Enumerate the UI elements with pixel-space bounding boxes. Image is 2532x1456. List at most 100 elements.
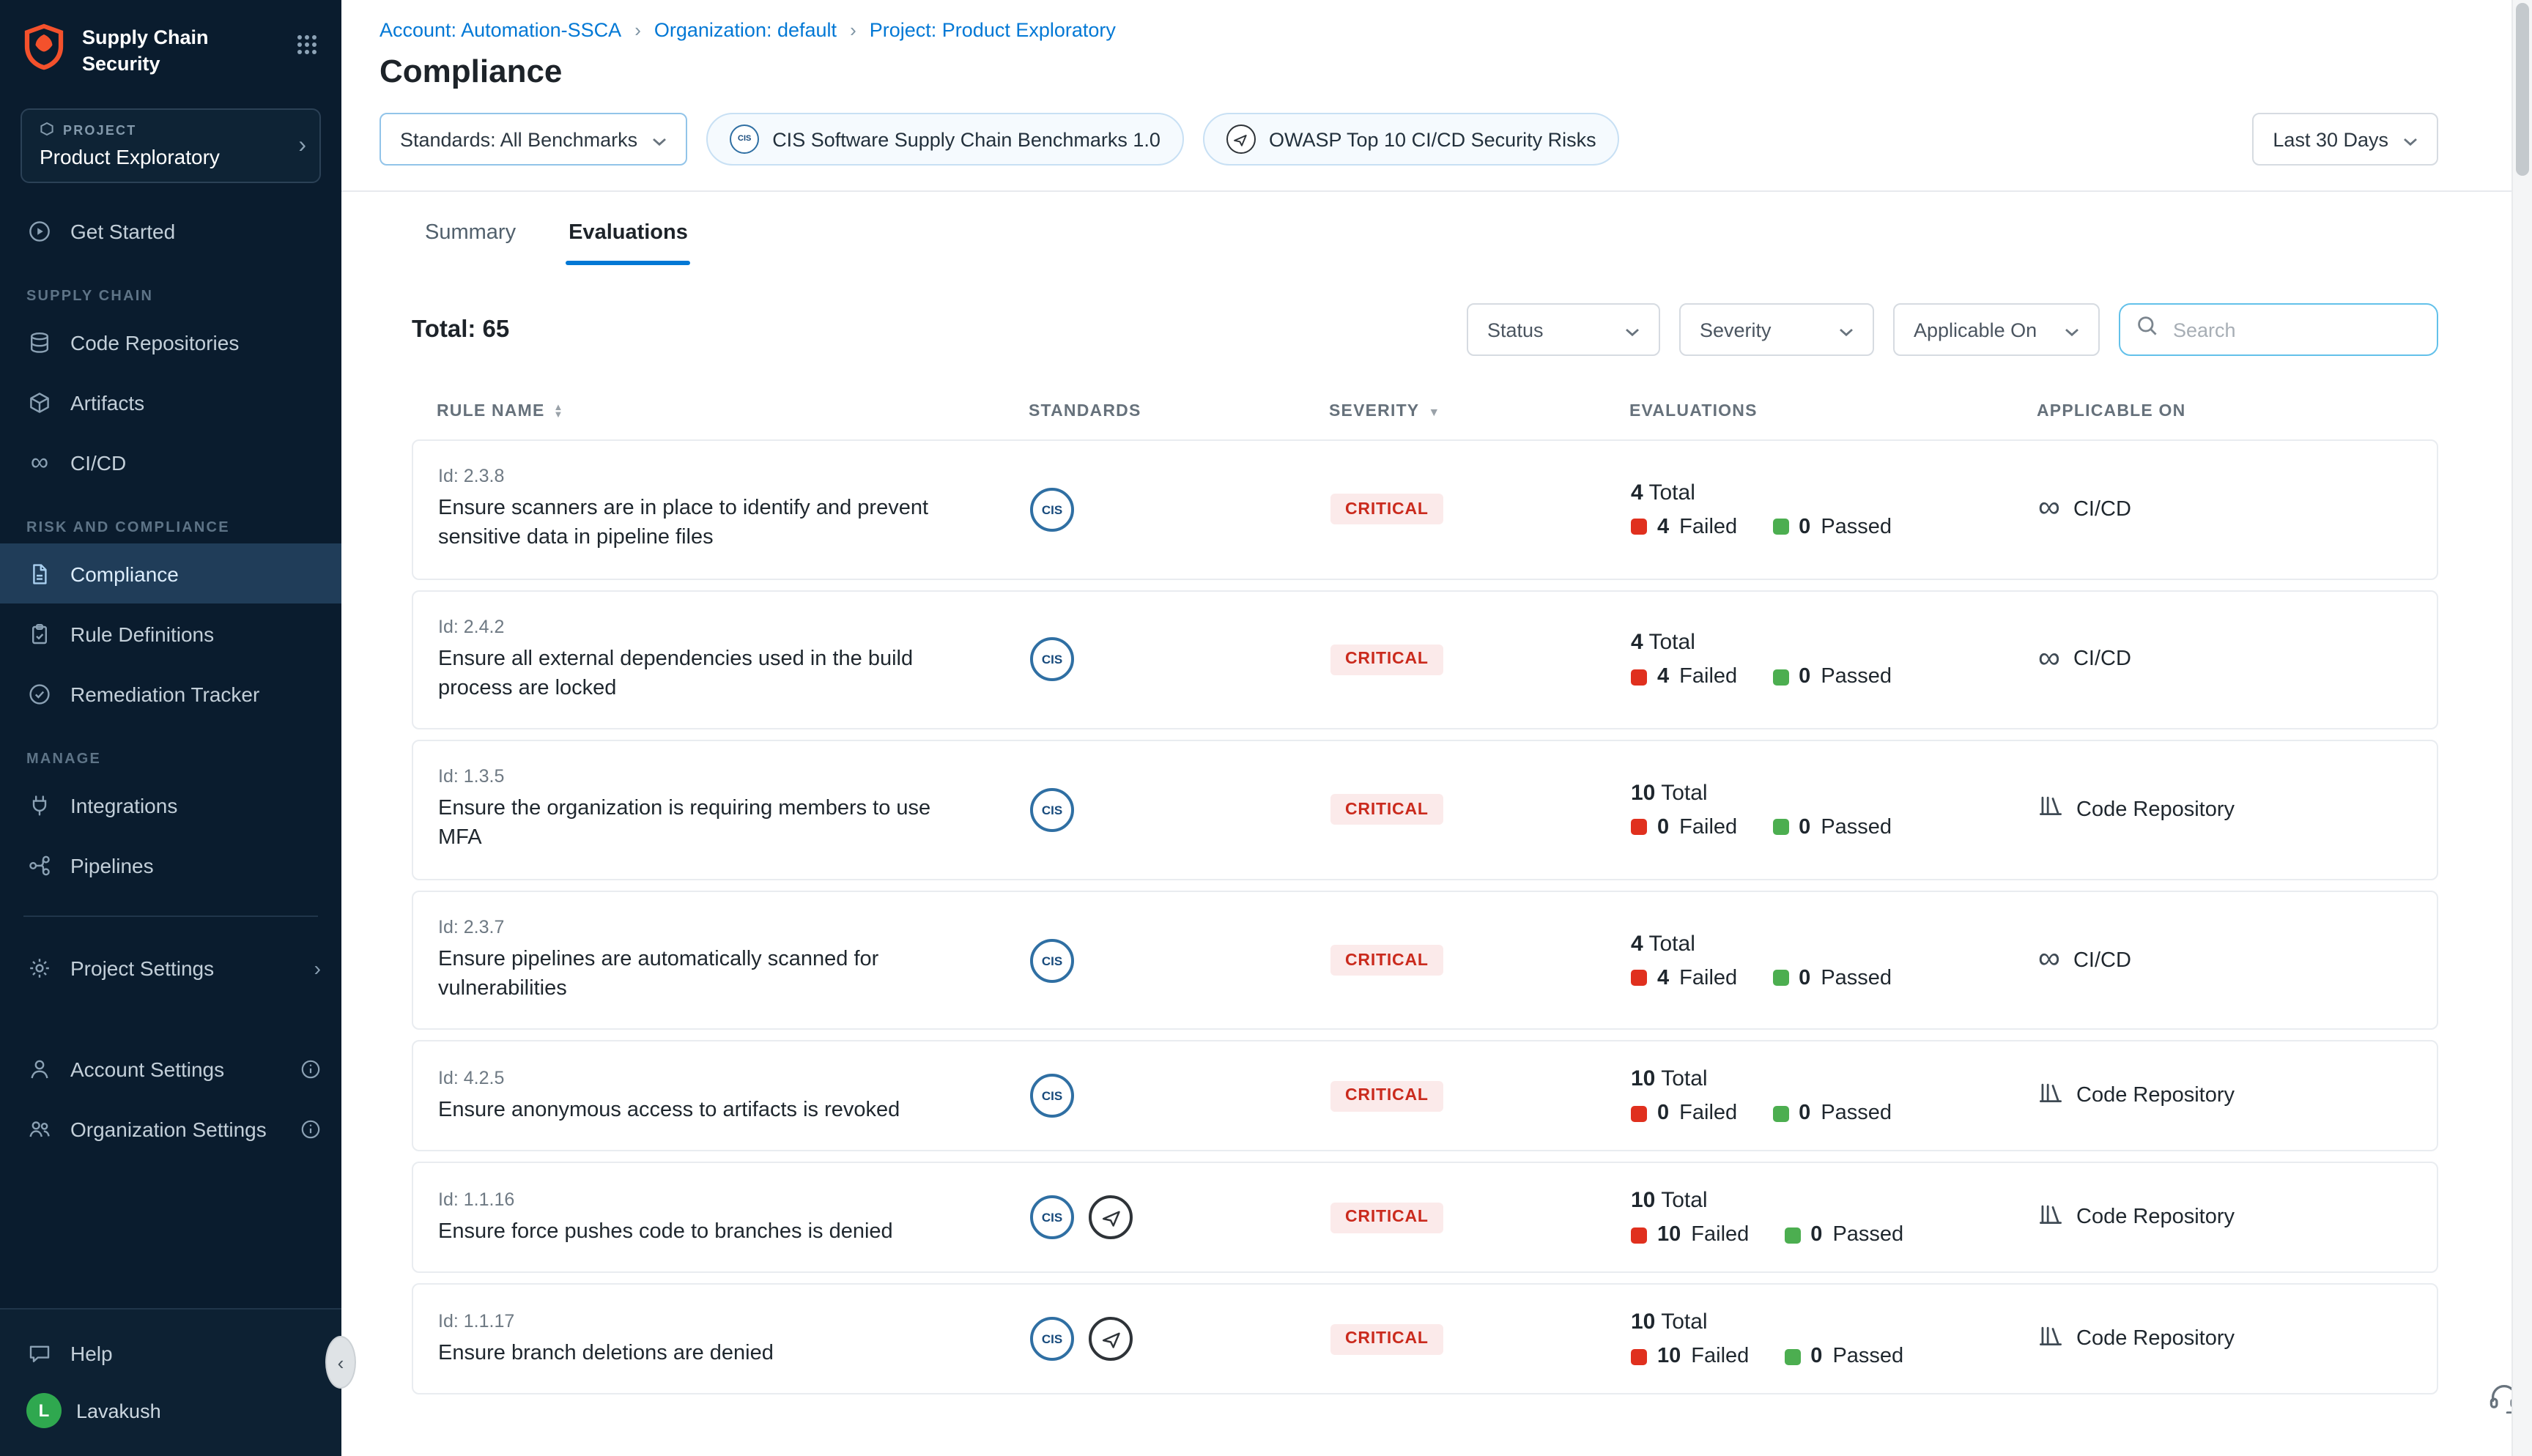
- rule-name: Ensure branch deletions are denied: [438, 1338, 969, 1368]
- passed-indicator-icon: [1772, 820, 1788, 836]
- sidebar-item-project-settings[interactable]: Project Settings ›: [0, 937, 341, 998]
- compliance-doc-icon: [26, 562, 53, 585]
- failed-indicator-icon: [1631, 519, 1647, 535]
- cis-standard-icon: CIS: [1030, 488, 1074, 532]
- clipboard-check-icon: [26, 622, 53, 645]
- sidebar-item-remediation-tracker[interactable]: Remediation Tracker: [0, 664, 341, 724]
- organization-people-icon: [26, 1117, 53, 1140]
- table-toolbar: Total: 65 Status Severity Applicable On: [412, 303, 2438, 356]
- sidebar-item-cicd[interactable]: ∞ CI/CD: [0, 432, 341, 492]
- tab-bar: Summary Evaluations: [341, 192, 2532, 265]
- table-row[interactable]: Id: 1.3.5 Ensure the organization is req…: [412, 740, 2438, 880]
- breadcrumb-organization-link[interactable]: Organization: default: [654, 19, 837, 41]
- help-chat-icon: [26, 1341, 53, 1364]
- applicable-on-filter-dropdown[interactable]: Applicable On: [1893, 303, 2100, 356]
- severity-badge: CRITICAL: [1330, 945, 1443, 976]
- table-row[interactable]: Id: 2.3.7 Ensure pipelines are automatic…: [412, 891, 2438, 1030]
- status-filter-dropdown[interactable]: Status: [1467, 303, 1660, 356]
- severity-badge: CRITICAL: [1330, 645, 1443, 675]
- owasp-chip[interactable]: OWASP Top 10 CI/CD Security Risks: [1203, 113, 1620, 166]
- evaluations-cell: 4 Total 4 Failed 0 Passed: [1631, 480, 2038, 539]
- passed-count: 0: [1810, 1224, 1822, 1247]
- standards-dropdown[interactable]: Standards: All Benchmarks: [380, 113, 687, 166]
- sidebar: Supply Chain Security PROJECT Product Ex…: [0, 0, 341, 1456]
- standards-cell: CIS: [1030, 788, 1330, 832]
- passed-count: 0: [1799, 1102, 1810, 1126]
- applicable-on-cell: Code Repository: [2038, 1081, 2437, 1112]
- owasp-chip-label: OWASP Top 10 CI/CD Security Risks: [1269, 128, 1596, 150]
- severity-filter-dropdown[interactable]: Severity: [1679, 303, 1874, 356]
- sidebar-item-help[interactable]: Help: [0, 1323, 341, 1383]
- sidebar-label: Account Settings: [70, 1057, 224, 1080]
- app-title-line2: Security: [82, 51, 209, 76]
- cis-standard-icon: CIS: [1030, 938, 1074, 982]
- user-avatar: L: [26, 1393, 62, 1428]
- severity-cell: CRITICAL: [1330, 645, 1631, 675]
- user-menu[interactable]: L Lavakush: [0, 1383, 341, 1438]
- page-title: Compliance: [380, 53, 2532, 91]
- total-count: 4: [1631, 631, 1643, 655]
- date-range-dropdown[interactable]: Last 30 Days: [2252, 113, 2438, 166]
- sidebar-item-integrations[interactable]: Integrations: [0, 775, 341, 835]
- rule-cell: Id: 1.1.16 Ensure force pushes code to b…: [438, 1189, 1030, 1247]
- table-header-row: RULE NAME ▲▼ STANDARDS SEVERITY ▼ EVALUA…: [412, 403, 2438, 420]
- column-header-severity[interactable]: SEVERITY ▼: [1329, 403, 1629, 420]
- date-range-label: Last 30 Days: [2273, 128, 2388, 150]
- status-filter-label: Status: [1487, 319, 1544, 341]
- passed-count: 0: [1799, 966, 1810, 989]
- sidebar-item-pipelines[interactable]: Pipelines: [0, 835, 341, 895]
- tab-evaluations[interactable]: Evaluations: [569, 221, 688, 265]
- package-icon: [26, 390, 53, 414]
- applicable-on-label: CI/CD: [2073, 648, 2131, 672]
- severity-badge: CRITICAL: [1330, 1081, 1443, 1112]
- rule-name: Ensure the organization is requiring mem…: [438, 794, 969, 853]
- owasp-standard-icon: [1226, 125, 1256, 154]
- scrollbar[interactable]: [2511, 0, 2532, 1456]
- failed-count: 0: [1657, 816, 1669, 839]
- passed-indicator-icon: [1772, 970, 1788, 986]
- app-title-line1: Supply Chain: [82, 25, 209, 51]
- severity-cell: CRITICAL: [1330, 945, 1631, 976]
- sidebar-item-rule-definitions[interactable]: Rule Definitions: [0, 603, 341, 664]
- rule-id: Id: 1.3.5: [438, 766, 1030, 787]
- sidebar-item-account-settings[interactable]: Account Settings: [0, 1039, 341, 1099]
- rule-name: Ensure force pushes code to branches is …: [438, 1217, 969, 1247]
- sidebar-item-code-repositories[interactable]: Code Repositories: [0, 312, 341, 372]
- table-row[interactable]: Id: 4.2.5 Ensure anonymous access to art…: [412, 1041, 2438, 1152]
- search-input[interactable]: [2170, 317, 2421, 342]
- sort-desc-icon[interactable]: ▼: [1428, 405, 1440, 418]
- sidebar-item-get-started[interactable]: Get Started: [0, 201, 341, 261]
- total-count: 4: [1631, 480, 1643, 505]
- tab-summary[interactable]: Summary: [425, 221, 516, 265]
- chevron-right-icon: ›: [314, 956, 321, 979]
- breadcrumb-project-link[interactable]: Project: Product Exploratory: [870, 19, 1116, 41]
- sort-icon[interactable]: ▲▼: [554, 404, 564, 420]
- search-icon: [2136, 315, 2158, 344]
- severity-badge: CRITICAL: [1330, 494, 1443, 525]
- sidebar-label: Organization Settings: [70, 1117, 267, 1140]
- failed-count: 4: [1657, 666, 1669, 689]
- table-row[interactable]: Id: 1.1.16 Ensure force pushes code to b…: [412, 1162, 2438, 1274]
- sidebar-collapse-button[interactable]: ‹: [325, 1336, 356, 1389]
- table-row[interactable]: Id: 2.3.8 Ensure scanners are in place t…: [412, 439, 2438, 579]
- breadcrumb: Account: Automation-SSCA › Organization:…: [380, 19, 2532, 41]
- chevron-left-icon: ‹: [338, 1351, 344, 1373]
- table-row[interactable]: Id: 1.1.17 Ensure branch deletions are d…: [412, 1284, 2438, 1395]
- breadcrumb-account-link[interactable]: Account: Automation-SSCA: [380, 19, 621, 41]
- sidebar-label: Integrations: [70, 793, 177, 817]
- sidebar-item-artifacts[interactable]: Artifacts: [0, 372, 341, 432]
- sidebar-item-compliance[interactable]: Compliance: [0, 543, 341, 603]
- gear-icon: [26, 956, 53, 979]
- cis-benchmark-chip[interactable]: CIS CIS Software Supply Chain Benchmarks…: [706, 113, 1184, 166]
- sidebar-item-organization-settings[interactable]: Organization Settings: [0, 1099, 341, 1159]
- scrollbar-thumb[interactable]: [2516, 3, 2529, 176]
- evaluations-cell: 10 Total 0 Failed 0 Passed: [1631, 781, 2038, 839]
- severity-cell: CRITICAL: [1330, 494, 1631, 525]
- column-header-rule-name[interactable]: RULE NAME ▲▼: [437, 403, 1029, 420]
- project-selector[interactable]: PROJECT Product Exploratory ›: [21, 108, 321, 183]
- total-count: 10: [1631, 1310, 1655, 1335]
- sidebar-spacer: [0, 998, 341, 1039]
- severity-cell: CRITICAL: [1330, 1324, 1631, 1355]
- app-switcher-icon[interactable]: [296, 34, 318, 63]
- table-row[interactable]: Id: 2.4.2 Ensure all external dependenci…: [412, 590, 2438, 729]
